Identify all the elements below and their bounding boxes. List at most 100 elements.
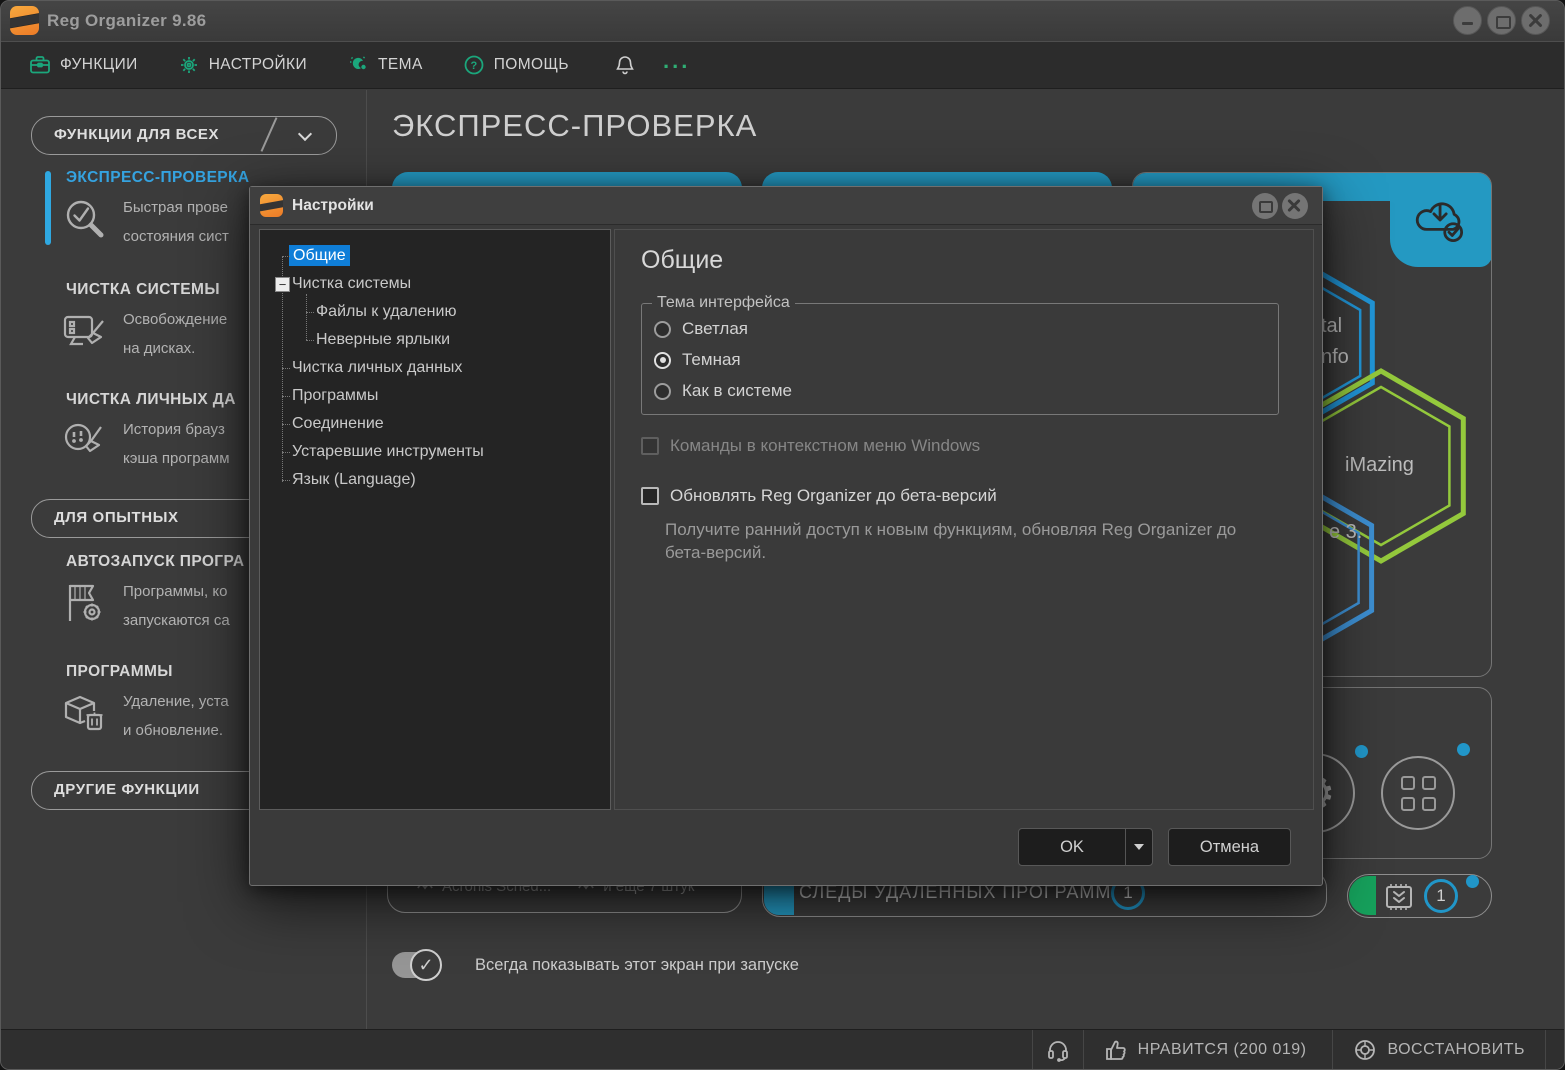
apps-grid-button[interactable] — [1381, 756, 1455, 830]
pill-accent — [1349, 876, 1376, 915]
beta-checkbox-label: Обновлять Reg Organizer до бета-версий — [670, 486, 997, 506]
grid-icon — [1401, 776, 1436, 811]
hex-app-label-1[interactable]: tal nfo — [1321, 311, 1349, 373]
context-menu-checkbox — [641, 437, 659, 455]
help-icon: ? — [463, 54, 485, 76]
menu-functions[interactable]: ФУНКЦИИ — [29, 54, 138, 76]
sidebar-item-desc: Освобождениена дисках. — [123, 305, 227, 363]
theme-group: Тема интерфейса Светлая Темная Как в сис… — [641, 303, 1279, 415]
sidebar-item-title: ПРОГРАММЫ — [66, 663, 173, 681]
tree-subtree: Файлы к удалению Неверные ярлыки — [260, 298, 610, 354]
radio-system-label: Как в системе — [682, 381, 792, 401]
beta-checkbox[interactable] — [641, 487, 659, 505]
restore-label: ВОССТАНОВИТЬ — [1387, 1041, 1525, 1059]
minimize-button[interactable] — [1453, 6, 1482, 35]
monitor-broom-icon — [61, 307, 109, 360]
tree-item-files-to-delete[interactable]: Файлы к удалению — [260, 298, 610, 326]
cancel-button-label: Отмена — [1200, 838, 1259, 857]
radio-light[interactable] — [654, 321, 671, 338]
tree-item-general[interactable]: Общие — [260, 242, 610, 270]
radio-dark[interactable] — [654, 352, 671, 369]
privacy-broom-icon — [61, 417, 109, 470]
cancel-button[interactable]: Отмена — [1168, 828, 1291, 866]
radio-row-system[interactable]: Как в системе — [654, 379, 1266, 403]
notification-dot — [1466, 875, 1479, 888]
ok-dropdown[interactable] — [1125, 829, 1152, 865]
settings-dialog: Настройки Общие − Чистка системы Файлы к… — [249, 186, 1323, 886]
caret-down-icon — [1134, 844, 1144, 850]
driver-updates-pill[interactable]: 1 — [1347, 874, 1492, 918]
chevron-down-icon — [298, 127, 312, 141]
tree-item-connection[interactable]: Соединение — [260, 410, 610, 438]
magnifier-check-icon — [61, 195, 109, 248]
tree-item-invalid-shortcuts[interactable]: Неверные ярлыки — [260, 326, 610, 354]
theme-lamp-icon — [347, 54, 369, 76]
radio-row-light[interactable]: Светлая — [654, 317, 1266, 341]
app-title: Reg Organizer 9.86 — [47, 11, 206, 31]
panel-heading: Общие — [641, 246, 723, 275]
tree-item-language[interactable]: Язык (Language) — [260, 466, 610, 494]
svg-text:?: ? — [470, 60, 477, 72]
like-button[interactable]: НРАВИТСЯ (200 019) — [1083, 1030, 1327, 1069]
sidebar-item-title: ЧИСТКА ЛИЧНЫХ ДА — [66, 391, 236, 409]
tree-item-programs[interactable]: Программы — [260, 382, 610, 410]
maximize-button[interactable] — [1487, 6, 1516, 35]
menu-more[interactable]: ... — [663, 56, 690, 66]
dialog-title-bar: Настройки — [250, 187, 1322, 225]
headset-icon — [1046, 1038, 1070, 1062]
menu-help-label: ПОМОЩЬ — [494, 56, 569, 74]
title-bar: Reg Organizer 9.86 — [1, 1, 1564, 41]
sidebar-filter-label: ФУНКЦИИ ДЛЯ ВСЕХ — [54, 126, 219, 143]
dialog-close-button[interactable] — [1282, 193, 1308, 219]
pill-slash-decor — [261, 117, 278, 152]
settings-panel: Общие Тема интерфейса Светлая Темная Как… — [614, 229, 1314, 810]
notification-dot — [1355, 745, 1368, 758]
sidebar-filter-button[interactable]: ФУНКЦИИ ДЛЯ ВСЕХ — [31, 116, 337, 155]
pill-count-badge: 1 — [1424, 879, 1458, 913]
hex-app-label-2[interactable]: iMazing — [1345, 454, 1414, 477]
restore-button[interactable]: ВОССТАНОВИТЬ — [1332, 1030, 1546, 1069]
show-on-startup-toggle[interactable] — [392, 952, 439, 978]
startup-toggle-row: Всегда показывать этот экран при запуске — [392, 952, 799, 978]
section-label: ДЛЯ ОПЫТНЫХ — [54, 509, 179, 526]
menu-more-label: ... — [663, 56, 690, 66]
context-menu-checkbox-row: Команды в контекстном меню Windows — [641, 436, 980, 456]
hex-app-label-3[interactable]: e 3. — [1329, 521, 1362, 544]
chip-download-icon — [1382, 881, 1416, 913]
selected-indicator — [45, 171, 51, 245]
close-button[interactable] — [1521, 6, 1550, 35]
menu-theme[interactable]: ТЕМА — [347, 54, 423, 76]
check-icon — [410, 949, 442, 981]
sidebar-item-title: ЧИСТКА СИСТЕМЫ — [66, 281, 220, 299]
support-button[interactable] — [1032, 1030, 1083, 1069]
menu-bar: ФУНКЦИИ НАСТРОЙКИ ТЕМА ? ПОМОЩЬ ... — [1, 41, 1564, 89]
ok-button[interactable]: OK — [1018, 828, 1153, 866]
page-title: ЭКСПРЕСС-ПРОВЕРКА — [392, 108, 757, 144]
menu-settings-label: НАСТРОЙКИ — [209, 56, 307, 74]
menu-settings[interactable]: НАСТРОЙКИ — [178, 54, 307, 76]
toggle-label: Всегда показывать этот экран при запуске — [475, 956, 799, 975]
dialog-maximize-button[interactable] — [1252, 193, 1278, 219]
tree-collapse-icon[interactable]: − — [275, 277, 290, 292]
menu-theme-label: ТЕМА — [378, 56, 423, 74]
sidebar-item-desc: Программы, козапускаются са — [123, 577, 230, 635]
sidebar-item-title: АВТОЗАПУСК ПРОГРА — [66, 553, 244, 571]
notifications-bell-icon[interactable] — [615, 54, 635, 76]
radio-row-dark[interactable]: Темная — [654, 348, 1266, 372]
tree-item-system-cleanup[interactable]: − Чистка системы — [260, 270, 610, 298]
radio-system[interactable] — [654, 383, 671, 400]
settings-tree: Общие − Чистка системы Файлы к удалению … — [259, 229, 611, 810]
tree-item-legacy-tools[interactable]: Устаревшие инструменты — [260, 438, 610, 466]
menu-functions-label: ФУНКЦИИ — [60, 56, 138, 74]
section-label: ДРУГИЕ ФУНКЦИИ — [54, 781, 200, 798]
like-label: НРАВИТСЯ (200 019) — [1138, 1041, 1307, 1059]
theme-group-label: Тема интерфейса — [652, 294, 795, 312]
sidebar-item-title: ЭКСПРЕСС-ПРОВЕРКА — [66, 169, 250, 187]
menu-help[interactable]: ? ПОМОЩЬ — [463, 54, 569, 76]
beta-description: Получите ранний доступ к новым функциям,… — [665, 518, 1285, 564]
sidebar-item-desc: История браузкэша программ — [123, 415, 230, 473]
beta-checkbox-row[interactable]: Обновлять Reg Organizer до бета-версий — [641, 486, 997, 506]
thumbs-up-icon — [1104, 1038, 1128, 1062]
flag-gear-icon — [61, 579, 109, 632]
tree-item-private-data[interactable]: Чистка личных данных — [260, 354, 610, 382]
